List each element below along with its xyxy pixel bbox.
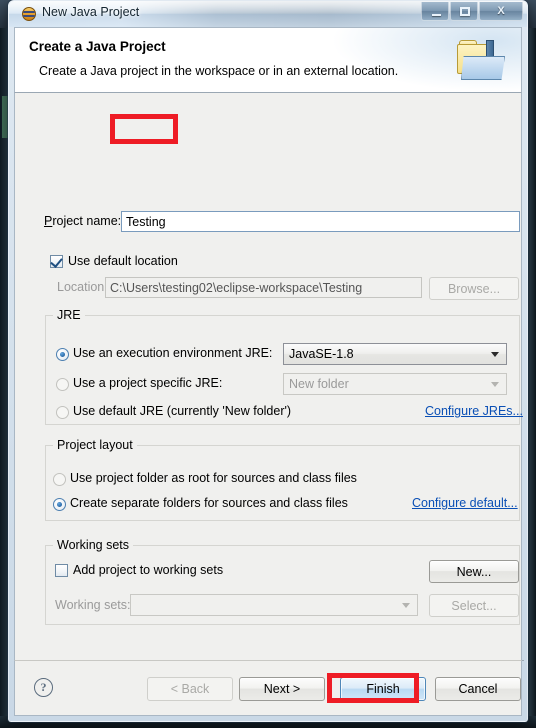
select-working-set-button[interactable]: Select... — [429, 594, 519, 617]
radio-dot-icon — [60, 352, 65, 357]
radio-default-jre-label: Use default JRE (currently 'New folder') — [73, 404, 292, 418]
radio-default-jre[interactable] — [56, 406, 69, 419]
window-controls: X — [420, 2, 523, 22]
wizard-header: Create a Java Project Create a Java proj… — [14, 27, 522, 93]
location-input[interactable]: C:\Users\testing02\eclipse-workspace\Tes… — [105, 277, 422, 298]
new-java-project-dialog: New Java Project X Create a Java Project… — [8, 0, 528, 722]
add-project-to-working-sets-label: Add project to working sets — [73, 563, 224, 577]
project-name-label: Project name: — [44, 214, 122, 228]
location-label: Location: — [57, 280, 108, 294]
execution-environment-combo[interactable]: JavaSE-1.8 — [283, 343, 507, 365]
dialog-content: Project name: Testing Use default locati… — [14, 93, 523, 660]
browse-button[interactable]: Browse... — [429, 277, 519, 300]
folder-front-shape — [461, 56, 505, 80]
next-button[interactable]: Next > — [239, 677, 325, 701]
close-button[interactable]: X — [479, 2, 523, 21]
cancel-button[interactable]: Cancel — [435, 677, 521, 701]
java-project-icon — [22, 7, 36, 21]
radio-dot-icon — [57, 502, 62, 507]
dialog-button-bar: ? < Back Next > Finish Cancel — [14, 660, 522, 716]
use-default-location-label: Use default location — [68, 254, 178, 268]
location-value: C:\Users\testing02\eclipse-workspace\Tes… — [110, 281, 363, 295]
working-sets-combo[interactable] — [130, 594, 418, 616]
page-description: Create a Java project in the workspace o… — [39, 64, 399, 78]
configure-jres-link[interactable]: Configure JREs... — [425, 404, 523, 418]
radio-separate-folders-label: Create separate folders for sources and … — [70, 496, 348, 510]
configure-default-link[interactable]: Configure default... — [412, 496, 518, 510]
project-layout-group-title: Project layout — [53, 438, 137, 452]
radio-separate-folders[interactable] — [53, 498, 66, 511]
help-icon[interactable]: ? — [34, 678, 53, 697]
jre-group-title: JRE — [53, 308, 85, 322]
project-specific-jre-combo[interactable]: New folder — [283, 373, 507, 395]
radio-project-folder-root-label: Use project folder as root for sources a… — [70, 471, 357, 485]
window-title: New Java Project — [42, 5, 140, 19]
radio-project-specific-jre[interactable] — [56, 378, 69, 391]
chevron-down-icon — [402, 603, 410, 608]
radio-execution-environment-jre-label: Use an execution environment JRE: — [73, 346, 273, 360]
finish-button[interactable]: Finish — [340, 677, 426, 701]
add-project-to-working-sets-checkbox[interactable] — [55, 564, 68, 577]
radio-execution-environment-jre[interactable] — [56, 348, 69, 361]
use-default-location-checkbox[interactable] — [50, 255, 63, 268]
project-specific-jre-value: New folder — [289, 377, 349, 391]
working-sets-label: Working sets: — [55, 598, 131, 612]
check-icon — [50, 255, 63, 268]
minimize-icon — [432, 14, 441, 16]
project-name-value: Testing — [126, 215, 166, 229]
window-titlebar[interactable]: New Java Project X — [9, 1, 527, 27]
chevron-down-icon — [491, 352, 499, 357]
execution-environment-value: JavaSE-1.8 — [289, 347, 354, 361]
minimize-button[interactable] — [421, 2, 449, 21]
working-sets-group-title: Working sets — [53, 538, 134, 552]
chevron-down-icon — [491, 382, 499, 387]
maximize-icon — [460, 7, 470, 16]
new-working-set-button[interactable]: New... — [429, 560, 519, 583]
maximize-button[interactable] — [450, 2, 478, 21]
project-name-input[interactable]: Testing — [121, 211, 520, 232]
back-button[interactable]: < Back — [147, 677, 233, 701]
page-title: Create a Java Project — [29, 39, 166, 54]
new-java-project-banner-icon — [455, 38, 509, 86]
radio-project-folder-root[interactable] — [53, 473, 66, 486]
radio-project-specific-jre-label: Use a project specific JRE: — [73, 376, 223, 390]
